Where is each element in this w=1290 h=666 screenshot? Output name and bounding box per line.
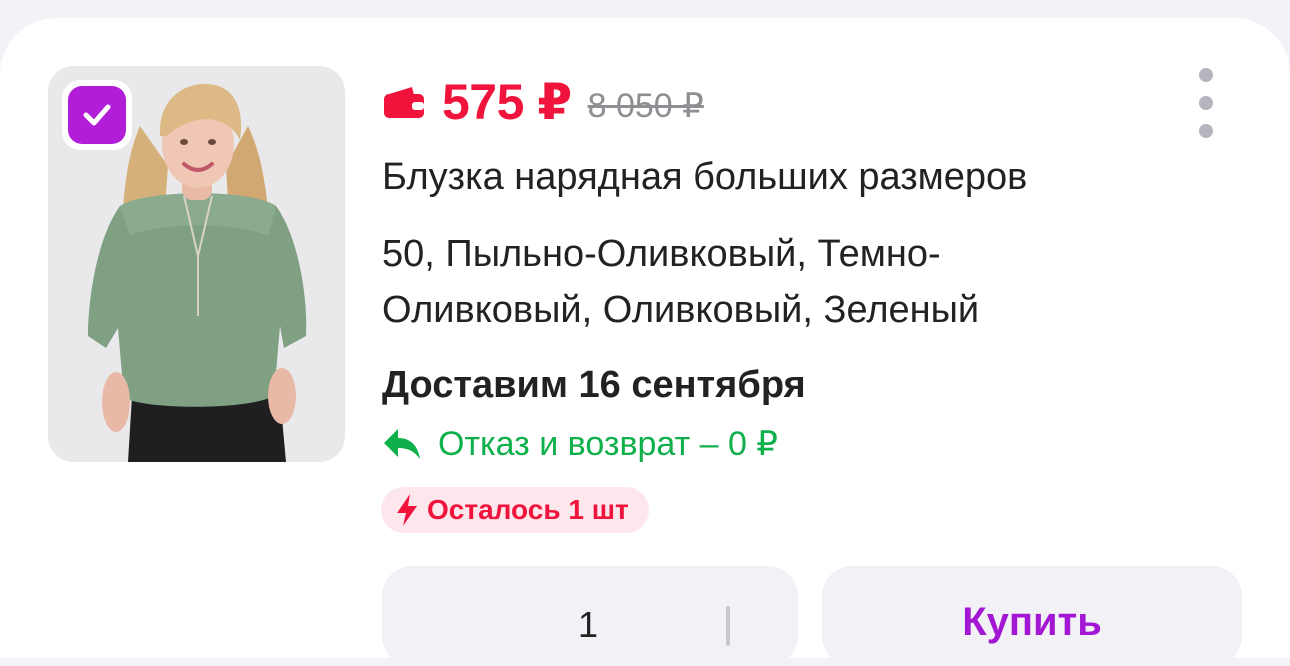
price-row: 575 ₽ 8 050 ₽ [382,72,704,132]
lightning-icon [395,493,419,527]
buy-button-label: Купить [962,600,1102,644]
return-policy[interactable]: Отказ и возврат – 0 ₽ [382,422,778,466]
product-title[interactable]: Блузка нарядная больших размеров [382,156,1027,199]
quantity-divider [726,606,730,646]
check-icon [68,86,126,144]
quantity-stepper[interactable]: 1 [382,566,798,666]
wallet-icon [382,85,426,119]
more-vertical-icon[interactable] [1190,68,1222,138]
product-variant: 50, Пыльно-Оливковый, Темно-Оливковый, О… [382,233,980,331]
buy-button[interactable]: Купить [822,566,1242,666]
current-price: 575 ₽ [442,74,572,130]
old-price: 8 050 ₽ [587,87,704,125]
return-policy-label: Отказ и возврат – 0 ₽ [438,425,778,463]
quantity-value: 1 [578,604,599,645]
delivery-date: Доставим 16 сентября [382,364,806,406]
select-checkbox[interactable] [62,80,132,150]
return-arrow-icon [382,427,422,461]
stock-badge-label: Осталось 1 шт [427,494,629,525]
stock-badge: Осталось 1 шт [381,487,649,533]
